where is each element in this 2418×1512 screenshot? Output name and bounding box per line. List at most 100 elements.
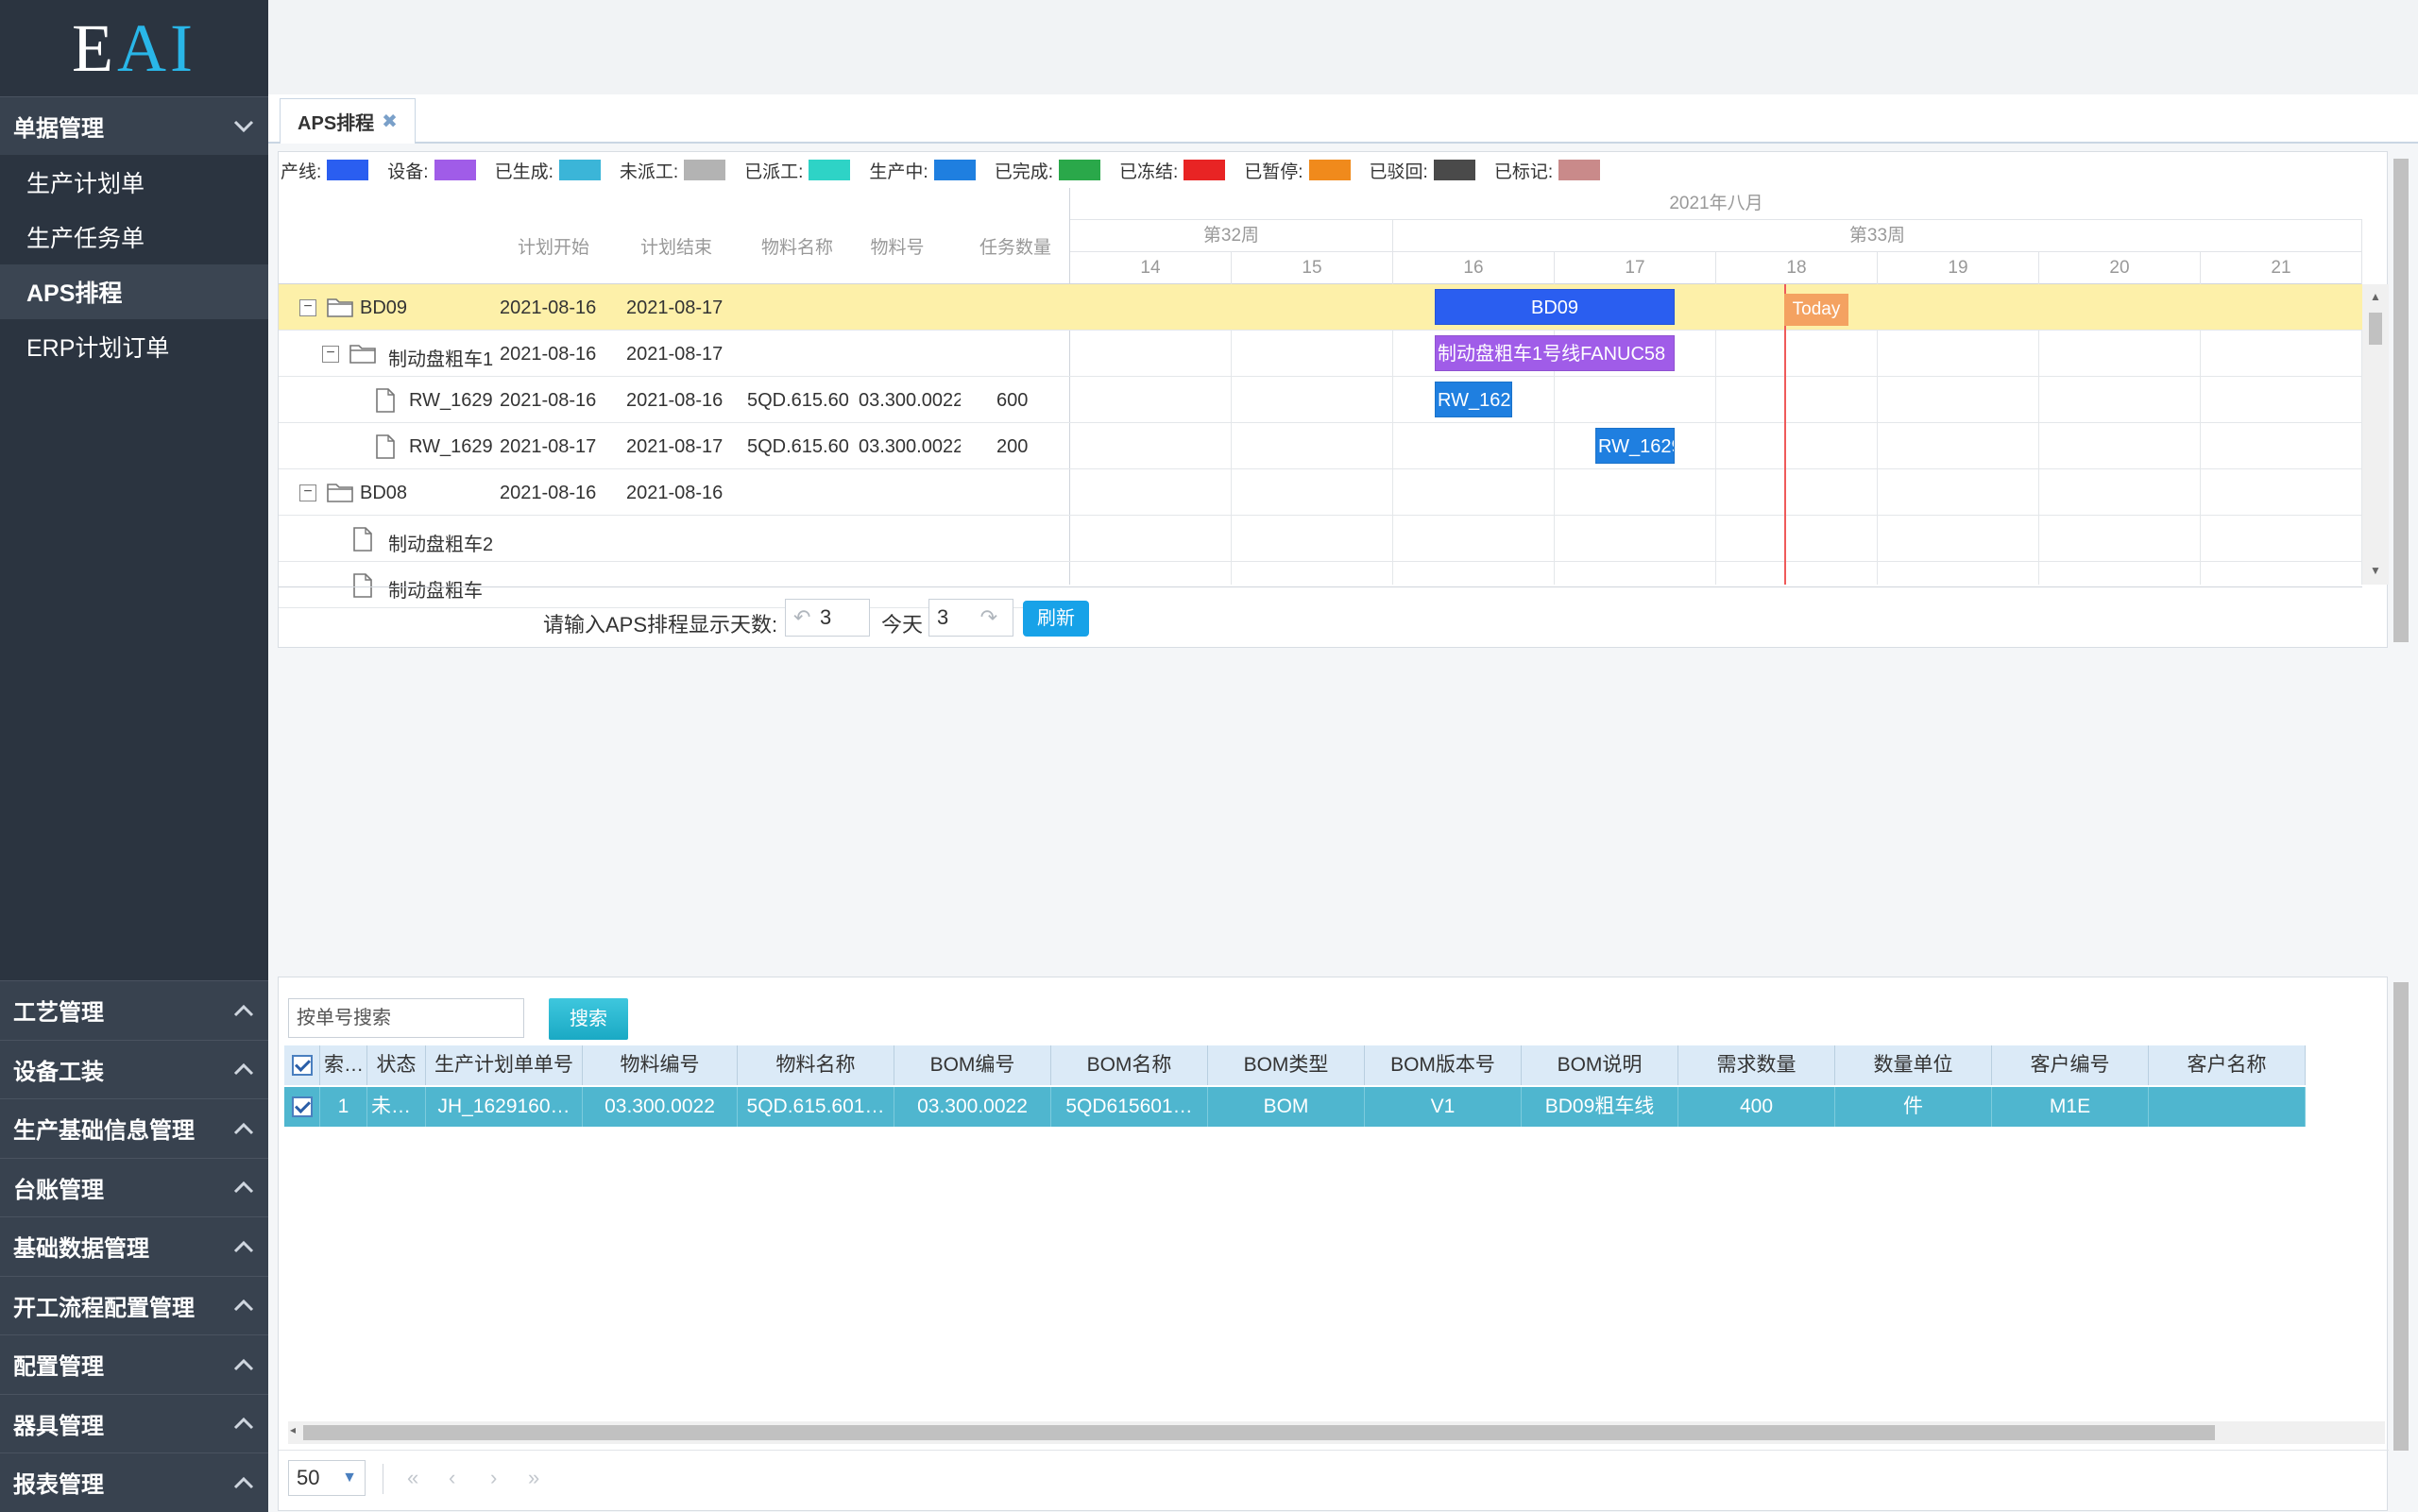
- page-size-select[interactable]: 50 ▼: [288, 1460, 366, 1496]
- table-header-cell[interactable]: BOM名称: [1051, 1045, 1208, 1085]
- gantt-grid-row[interactable]: RW_1629 2021-08-17 2021-08-17 5QD.615.60 03.…: [279, 423, 1070, 469]
- gantt-task-bar[interactable]: BD09: [1435, 289, 1675, 325]
- page-scrollbar-bottom[interactable]: [2390, 977, 2412, 1458]
- menu-section-documents[interactable]: 单据管理: [0, 96, 268, 155]
- undo-arrow-icon[interactable]: ↶: [793, 600, 810, 636]
- row-name: BD09: [360, 297, 408, 318]
- scroll-up-icon[interactable]: ▲: [2370, 290, 2381, 303]
- sidebar-item-erp-order[interactable]: ERP计划订单: [0, 319, 268, 374]
- menu-section-production-basic[interactable]: 生产基础信息管理: [0, 1098, 268, 1158]
- gantt-grid-row[interactable]: − BD08 2021-08-16 2021-08-16: [279, 469, 1070, 516]
- table-header: 索引 状态 生产计划单单号 物料编号 物料名称 BOM编号 BOM名称 BOM类型 BOM版本号…: [284, 1045, 2306, 1085]
- table-header-cell[interactable]: 索引: [320, 1045, 367, 1085]
- scroll-down-icon[interactable]: ▼: [2370, 564, 2381, 577]
- table-header-cell[interactable]: 客户编号: [1992, 1045, 2149, 1085]
- table-scroll-thumb[interactable]: [303, 1425, 2215, 1440]
- table-header-cell[interactable]: 数量单位: [1835, 1045, 1992, 1085]
- last-page-button[interactable]: »: [528, 1466, 539, 1490]
- timeline-row: [1070, 377, 2362, 423]
- table-header-cell[interactable]: 生产计划单单号: [426, 1045, 583, 1085]
- search-button[interactable]: 搜索: [549, 998, 628, 1040]
- collapse-toggle-icon[interactable]: −: [322, 346, 339, 363]
- col-material-name[interactable]: 物料名称: [745, 233, 849, 259]
- col-plan-start[interactable]: 计划开始: [502, 233, 605, 259]
- legend-item: 已暂停:: [1244, 158, 1351, 183]
- redo-arrow-icon[interactable]: ↷: [980, 600, 997, 636]
- table-header-cell[interactable]: BOM编号: [894, 1045, 1051, 1085]
- menu-section-config[interactable]: 配置管理: [0, 1334, 268, 1394]
- legend-swatch: [1433, 160, 1475, 180]
- menu-section-equipment[interactable]: 设备工装: [0, 1039, 268, 1098]
- row-name: 制动盘粗车2: [388, 535, 494, 555]
- page-scrollbar-top[interactable]: [2390, 151, 2412, 648]
- prev-page-button[interactable]: ‹: [449, 1466, 455, 1490]
- gantt-vertical-scrollbar[interactable]: ▲ ▼: [2362, 284, 2389, 585]
- menu-section-ledger[interactable]: 台账管理: [0, 1157, 268, 1216]
- scroll-left-icon[interactable]: ◂: [290, 1423, 296, 1436]
- search-input[interactable]: [288, 998, 524, 1038]
- legend-swatch: [558, 160, 601, 180]
- page-scroll-thumb[interactable]: [2393, 159, 2409, 642]
- days-after-input[interactable]: 3 ↷: [928, 599, 1013, 637]
- sidebar-item-production-task[interactable]: 生产任务单: [0, 210, 268, 264]
- col-task-qty[interactable]: 任务数量: [968, 233, 1063, 259]
- gantt-task-bar[interactable]: RW_1629: [1435, 382, 1512, 417]
- table-horizontal-scrollbar[interactable]: ◂: [288, 1421, 2385, 1444]
- next-page-button[interactable]: ›: [490, 1466, 497, 1490]
- today-marker: Today: [1784, 294, 1848, 326]
- select-all-checkbox[interactable]: [284, 1045, 320, 1085]
- sidebar-item-production-plan[interactable]: 生产计划单: [0, 155, 268, 210]
- menu-section-basic-data[interactable]: 基础数据管理: [0, 1216, 268, 1276]
- scroll-thumb[interactable]: [2369, 313, 2382, 345]
- days-label: 请输入APS排程显示天数:: [543, 613, 778, 637]
- file-icon: [375, 434, 396, 465]
- chevron-up-icon: [230, 1056, 257, 1082]
- table-header-cell[interactable]: 需求数量: [1678, 1045, 1835, 1085]
- row-plan-start: 2021-08-16: [500, 297, 597, 318]
- row-plan-start: 2021-08-16: [500, 390, 597, 411]
- days-before-input[interactable]: ↶ 3: [785, 599, 870, 637]
- sidebar-item-aps[interactable]: APS排程: [0, 264, 268, 319]
- gantt-grid-row[interactable]: − 制动盘粗车1 2021-08-16 2021-08-17: [279, 331, 1070, 377]
- gantt-panel: 产线: 设备: 已生成: 未派工: 已派工: 生产中: 已完成: 已冻结: 已暂停: 已驳回: 已标…: [278, 151, 2389, 648]
- row-plan-end: 2021-08-17: [626, 297, 724, 318]
- menu-section-tools[interactable]: 器具管理: [0, 1393, 268, 1453]
- first-page-button[interactable]: «: [407, 1466, 418, 1490]
- dropdown-arrow-icon: ▼: [342, 1470, 357, 1486]
- close-icon[interactable]: ✖: [382, 110, 398, 133]
- legend-swatch: [1058, 160, 1100, 180]
- gantt-task-bar[interactable]: RW_1629: [1595, 428, 1675, 464]
- row-name: 制动盘粗车1: [388, 349, 494, 370]
- table-header-cell[interactable]: BOM版本号: [1365, 1045, 1522, 1085]
- timeline-row: [1070, 562, 2362, 585]
- gantt-timeline: 2021年八月 第32周 第33周 14 15 16 17 18 19 20 21 BD09 制…: [1070, 188, 2362, 585]
- gantt-grid-row[interactable]: RW_1629 2021-08-16 2021-08-16 5QD.615.60 03.…: [279, 377, 1070, 423]
- legend-swatch: [684, 160, 726, 180]
- table-header-cell[interactable]: BOM说明: [1522, 1045, 1678, 1085]
- gantt-task-bar[interactable]: 制动盘粗车1号线FANUC58: [1435, 335, 1675, 371]
- table-header-cell[interactable]: 物料名称: [738, 1045, 894, 1085]
- timeline-row: [1070, 423, 2362, 469]
- refresh-button[interactable]: 刷新: [1023, 601, 1089, 637]
- table-header-cell[interactable]: 客户名称: [2149, 1045, 2306, 1085]
- gantt-grid-row[interactable]: − BD09 2021-08-16 2021-08-17: [279, 284, 1070, 331]
- timeline-day: 18: [1716, 252, 1878, 284]
- row-checkbox[interactable]: [284, 1087, 320, 1127]
- collapse-toggle-icon[interactable]: −: [299, 299, 316, 316]
- gantt-grid-row[interactable]: 制动盘粗车2: [279, 516, 1070, 562]
- page-scroll-thumb-bottom[interactable]: [2393, 982, 2409, 1451]
- table-row[interactable]: 1 未排程 JH_1629160… 03.300.0022 5QD.615.601… 03…: [284, 1087, 2306, 1127]
- menu-section-workflow[interactable]: 开工流程配置管理: [0, 1275, 268, 1334]
- tab-aps[interactable]: APS排程 ✖: [280, 98, 416, 144]
- menu-section-process[interactable]: 工艺管理: [0, 980, 268, 1040]
- table-header-cell[interactable]: 物料编号: [583, 1045, 738, 1085]
- table-header-cell[interactable]: BOM类型: [1208, 1045, 1365, 1085]
- collapse-toggle-icon[interactable]: −: [299, 484, 316, 501]
- col-material-no[interactable]: 物料号: [855, 233, 940, 259]
- menu-section-reports[interactable]: 报表管理: [0, 1453, 268, 1512]
- table-header-cell[interactable]: 状态: [367, 1045, 426, 1085]
- col-plan-end[interactable]: 计划结束: [624, 233, 728, 259]
- row-plan-end: 2021-08-17: [626, 436, 724, 457]
- chevron-up-icon: [230, 1115, 257, 1142]
- timeline-week-32: 第32周: [1070, 220, 1393, 252]
